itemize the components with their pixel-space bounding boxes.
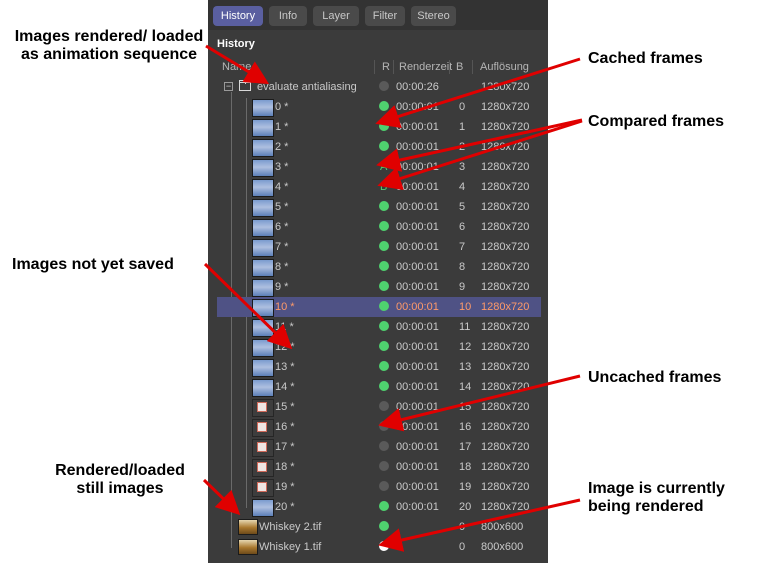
arrow-not-saved [203, 262, 293, 350]
arrow-compared-a [376, 118, 583, 172]
arrow-still-images [202, 478, 241, 516]
arrow-being-rendered [378, 498, 581, 552]
arrow-compared-b [377, 119, 583, 191]
annotation-arrows [202, 44, 583, 552]
arrow-uncached-frames [378, 374, 581, 432]
arrow-animation-sequence [205, 44, 270, 85]
arrow-cached-frames [375, 57, 581, 129]
